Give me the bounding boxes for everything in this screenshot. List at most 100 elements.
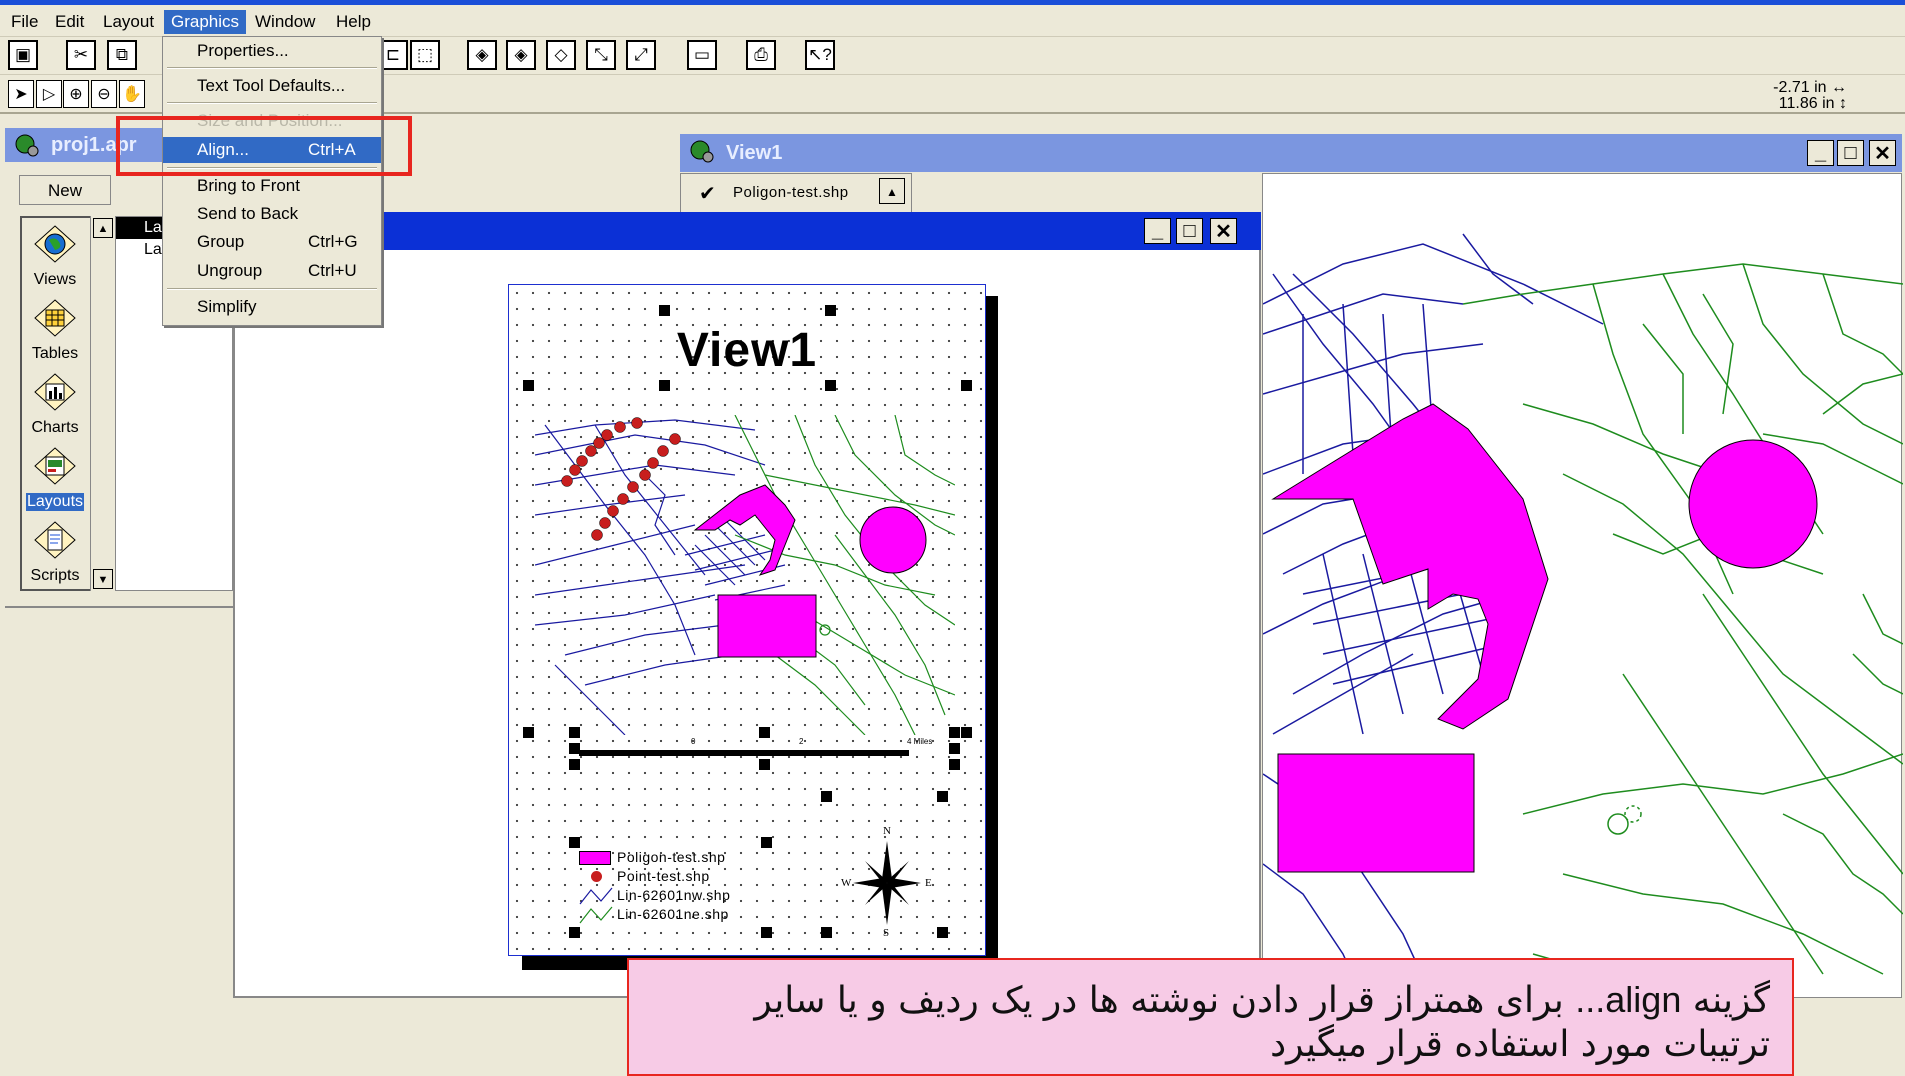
menu-item-label: Properties...	[197, 41, 289, 60]
selection-handle[interactable]	[937, 791, 948, 802]
expand-button[interactable]: ⤢	[626, 40, 656, 70]
menu-edit[interactable]: Edit	[48, 10, 91, 34]
legend-label: Lin-62601ne.shp	[617, 906, 729, 922]
selection-handle[interactable]	[759, 727, 770, 738]
save-button[interactable]: ▣	[8, 40, 38, 70]
selection-handle[interactable]	[937, 927, 948, 938]
charts-doc-icon[interactable]: Charts	[26, 372, 84, 437]
group-button[interactable]: ⬚	[410, 40, 440, 70]
polygon-feature[interactable]	[1271, 403, 1549, 730]
layout-titlebar[interactable]	[233, 212, 1261, 250]
menu-item-group[interactable]: Group Ctrl+G	[163, 229, 381, 255]
north-label: N	[883, 825, 891, 837]
selection-handle[interactable]	[569, 727, 580, 738]
menu-file[interactable]: File	[4, 10, 45, 34]
layout-close-button[interactable]: ✕	[1210, 218, 1237, 244]
legend-line-nw-swatch	[579, 887, 613, 905]
west-label: W	[841, 877, 852, 889]
selection-handle[interactable]	[961, 727, 972, 738]
north-arrow[interactable]: N S E W	[839, 825, 935, 941]
scale-bar[interactable]	[579, 750, 909, 756]
menu-item-send-to-back[interactable]: Send to Back	[163, 201, 381, 227]
hand-icon: ✋	[122, 86, 142, 103]
help-button[interactable]: ↖?	[805, 40, 835, 70]
minimize-button[interactable]: _	[1807, 140, 1834, 166]
zoom-in-tool[interactable]: ⊕	[63, 80, 89, 108]
layout-view-title[interactable]: View1	[509, 323, 985, 378]
east-label: E	[925, 877, 932, 889]
selection-handle[interactable]	[949, 743, 960, 754]
selection-handle[interactable]	[659, 305, 670, 316]
align-right-button[interactable]: ◇	[546, 40, 576, 70]
selection-handle[interactable]	[761, 837, 772, 848]
menu-item-label: Text Tool Defaults...	[197, 76, 346, 95]
selection-handle[interactable]	[821, 791, 832, 802]
selection-handle[interactable]	[569, 927, 580, 938]
copy-button[interactable]: ⧉	[107, 40, 137, 70]
menu-item-label: Simplify	[197, 297, 257, 316]
menu-item-bring-to-front[interactable]: Bring to Front	[163, 173, 381, 199]
new-button[interactable]: New	[19, 175, 111, 205]
scripts-doc-icon[interactable]: Scripts	[26, 520, 84, 585]
tables-doc-icon[interactable]: Tables	[26, 298, 84, 363]
views-doc-icon[interactable]: Views	[26, 224, 84, 289]
align-left-button[interactable]: ◈	[467, 40, 497, 70]
frame-button[interactable]: ▭	[687, 40, 717, 70]
selection-handle[interactable]	[949, 727, 960, 738]
menu-item-text-tool-defaults[interactable]: Text Tool Defaults...	[163, 73, 381, 99]
view-map-canvas[interactable]	[1262, 173, 1904, 1000]
layouts-doc-icon[interactable]: Layouts	[26, 446, 84, 511]
selection-handle[interactable]	[761, 927, 772, 938]
layout-minimize-button[interactable]: _	[1144, 218, 1171, 244]
view1-titlebar[interactable]: View1	[680, 134, 1902, 172]
menu-graphics[interactable]: Graphics	[164, 10, 247, 34]
rectangle-feature[interactable]	[1277, 753, 1475, 873]
cut-button[interactable]: ✂	[66, 40, 96, 70]
new-button-label: New	[47, 181, 82, 200]
selection-handle[interactable]	[523, 380, 534, 391]
menu-layout[interactable]: Layout	[96, 10, 161, 34]
caption-text-pre: گزینه	[1681, 980, 1770, 1021]
menu-item-ungroup[interactable]: Ungroup Ctrl+U	[163, 258, 381, 284]
menu-help[interactable]: Help	[329, 10, 378, 34]
scale-label-4-miles: 4 Miles	[907, 737, 933, 746]
zoom-out-tool[interactable]: ⊖	[91, 80, 117, 108]
selection-handle[interactable]	[821, 927, 832, 938]
selection-handle[interactable]	[569, 743, 580, 754]
menu-window[interactable]: Window	[248, 10, 322, 34]
selection-handle[interactable]	[759, 759, 770, 770]
close-button[interactable]: ✕	[1869, 140, 1896, 166]
shrink-icon: ⤡	[594, 45, 608, 64]
menu-shortcut: Ctrl+U	[308, 261, 357, 280]
layout-page[interactable]: View1 0 2 4 Miles Poligon-test.shp Point…	[508, 284, 986, 956]
layout-maximize-button[interactable]: □	[1176, 218, 1203, 244]
circle-feature[interactable]	[1688, 439, 1818, 569]
align-center-button[interactable]: ◈	[506, 40, 536, 70]
pan-tool[interactable]: ✋	[119, 80, 145, 108]
toc-scroll-up-icon[interactable]: ▲	[879, 178, 905, 204]
selection-handle[interactable]	[825, 305, 836, 316]
scroll-up-icon[interactable]: ▲	[93, 218, 113, 238]
visible-checkbox-icon[interactable]: ✔	[699, 181, 716, 206]
scroll-down-icon[interactable]: ▼	[93, 569, 113, 589]
menu-item-simplify[interactable]: Simplify	[163, 294, 381, 320]
print-button[interactable]: ⎙	[746, 40, 776, 70]
selection-handle[interactable]	[961, 380, 972, 391]
maximize-button[interactable]: □	[1837, 140, 1864, 166]
selection-handle[interactable]	[825, 380, 836, 391]
pointer-tool[interactable]: ➤	[8, 80, 34, 108]
doc-type-scrollbar[interactable]: ▲ ▼	[90, 216, 114, 591]
theme-name[interactable]: Poligon-test.shp	[733, 184, 849, 201]
simplify-button[interactable]: ⊏	[378, 40, 408, 70]
selection-handle[interactable]	[569, 837, 580, 848]
shrink-button[interactable]: ⤡	[586, 40, 616, 70]
vertex-tool[interactable]: ▷	[36, 80, 62, 108]
selection-handle[interactable]	[659, 380, 670, 391]
menu-item-properties[interactable]: Properties...	[163, 38, 381, 64]
selection-handle[interactable]	[949, 759, 960, 770]
close-icon: ✕	[1874, 142, 1891, 165]
layout-map-frame[interactable]	[535, 415, 955, 735]
compass-rose-icon	[853, 841, 921, 925]
selection-handle[interactable]	[523, 727, 534, 738]
selection-handle[interactable]	[569, 759, 580, 770]
